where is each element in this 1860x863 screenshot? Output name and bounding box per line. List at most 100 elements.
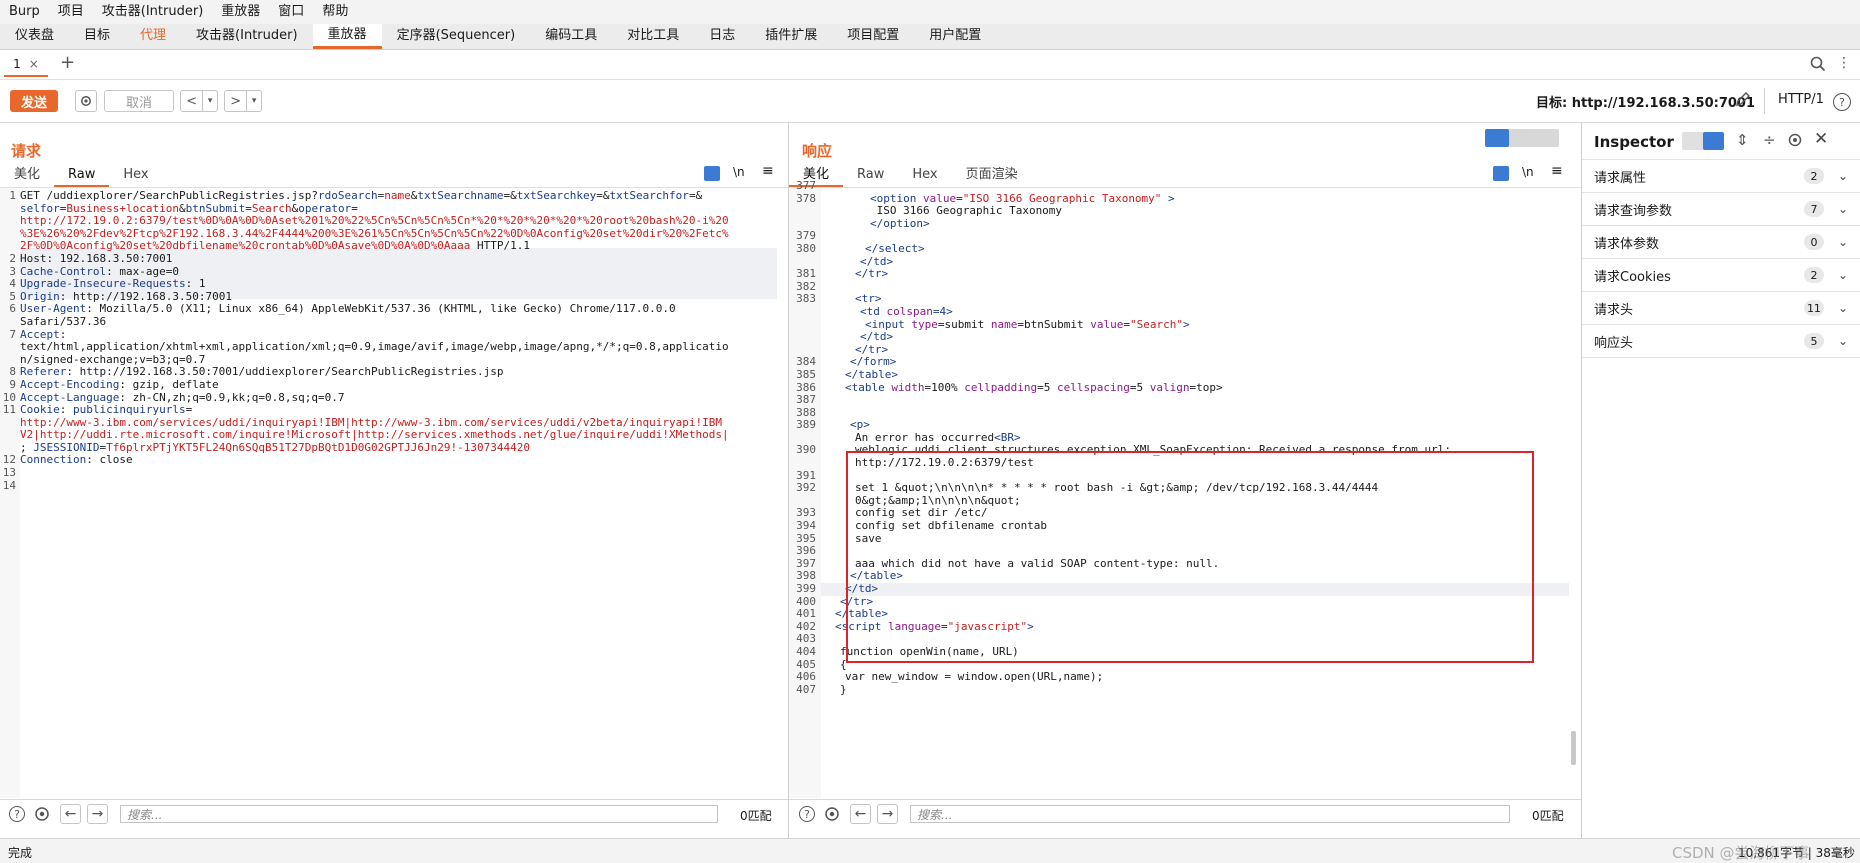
- inspector-section[interactable]: 请求Cookies 2 ⌄: [1582, 259, 1860, 292]
- main-tab[interactable]: 日志: [694, 24, 750, 49]
- arrow-left-icon[interactable]: ←: [60, 804, 81, 824]
- list-view-icon[interactable]: [1682, 132, 1703, 150]
- token: =100%: [924, 380, 965, 394]
- help-icon[interactable]: ?: [799, 806, 815, 822]
- inspector-section[interactable]: 请求属性 2 ⌄: [1582, 160, 1860, 193]
- layout-side-by-side-icon[interactable]: [1485, 129, 1509, 147]
- layout-tabs-icon[interactable]: [1534, 129, 1559, 147]
- search-icon[interactable]: [1810, 56, 1826, 76]
- send-button[interactable]: 发送: [10, 90, 58, 112]
- gear-icon[interactable]: [823, 805, 841, 827]
- line-number: 392: [796, 481, 816, 495]
- menu-item[interactable]: 帮助: [313, 0, 357, 24]
- chevron-down-icon[interactable]: ⌄: [1838, 202, 1848, 216]
- history-forward-group[interactable]: > ▾: [224, 90, 262, 112]
- panel-view-icon[interactable]: [1703, 132, 1724, 150]
- inspector-layout-toggle[interactable]: [1682, 132, 1724, 150]
- view-tab[interactable]: Hex: [109, 165, 162, 185]
- main-tab[interactable]: 用户配置: [914, 24, 996, 49]
- line-number: 387: [796, 393, 816, 407]
- line-text: Connection: close: [20, 454, 133, 467]
- main-tab[interactable]: 攻击器(Intruder): [181, 24, 313, 49]
- main-tab[interactable]: 定序器(Sequencer): [382, 24, 531, 49]
- token: : zh-CN,zh;q=0.9,kk;q=0.8,sq;q=0.7: [119, 390, 345, 404]
- main-tab[interactable]: 对比工具: [612, 24, 694, 49]
- chevron-down-icon[interactable]: ⌄: [1838, 268, 1848, 282]
- dropdown-icon[interactable]: ▾: [247, 91, 261, 111]
- main-tab[interactable]: 重放器: [312, 24, 382, 49]
- edit-pencil-icon[interactable]: [1734, 90, 1752, 112]
- code-line: 387: [789, 393, 1569, 407]
- token: : gzip, deflate: [119, 377, 219, 391]
- gear-icon[interactable]: [33, 805, 51, 827]
- token: : max-age=0: [106, 264, 179, 278]
- chevron-down-icon[interactable]: ⌄: [1838, 169, 1848, 183]
- add-tab-icon[interactable]: +: [60, 52, 75, 73]
- wrap-lines-icon[interactable]: [1493, 166, 1509, 181]
- inspector-section[interactable]: 请求体参数 0 ⌄: [1582, 226, 1860, 259]
- main-tab[interactable]: 仪表盘: [0, 24, 69, 49]
- arrow-right-icon[interactable]: →: [87, 804, 108, 824]
- main-tab[interactable]: 目标: [69, 24, 125, 49]
- request-search-input[interactable]: 搜索...: [120, 805, 718, 823]
- newline-toggle[interactable]: \n: [1522, 165, 1534, 179]
- arrow-left-icon[interactable]: ←: [850, 804, 871, 824]
- inspector-section[interactable]: 响应头 5 ⌄: [1582, 325, 1860, 358]
- cancel-button[interactable]: 取消: [104, 90, 174, 112]
- close-icon[interactable]: ✕: [1814, 129, 1828, 149]
- menu-item[interactable]: 攻击器(Intruder): [93, 0, 213, 24]
- history-back-group[interactable]: < ▾: [180, 90, 218, 112]
- layout-toggle[interactable]: [1485, 129, 1559, 147]
- chevron-down-icon[interactable]: ⌄: [1838, 334, 1848, 348]
- divider: [1764, 88, 1765, 114]
- menu-item[interactable]: 窗口: [269, 0, 313, 24]
- view-tab[interactable]: 美化: [0, 165, 54, 185]
- layout-stacked-icon[interactable]: [1509, 129, 1534, 147]
- token: : http://192.168.3.50:7001: [59, 289, 232, 303]
- token: </tr>: [855, 342, 889, 356]
- line-number: 9: [9, 377, 16, 391]
- repeater-tab-1[interactable]: 1 ×: [4, 53, 48, 77]
- http-version[interactable]: HTTP/1: [1778, 92, 1824, 107]
- help-icon[interactable]: ?: [1833, 93, 1851, 111]
- token: text/html,application/xhtml+xml,applicat…: [20, 340, 729, 354]
- token: Accept-Encoding: [20, 377, 120, 391]
- more-vertical-icon[interactable]: ⋮: [1837, 55, 1851, 71]
- token: =: [245, 201, 252, 215]
- menu-icon[interactable]: ≡: [762, 163, 774, 179]
- main-tab[interactable]: 代理: [125, 24, 181, 49]
- gear-icon[interactable]: [1787, 132, 1803, 152]
- chevron-right-icon[interactable]: >: [225, 91, 248, 111]
- main-tab[interactable]: 插件扩展: [750, 24, 832, 49]
- chevron-down-icon[interactable]: ⌄: [1838, 301, 1848, 315]
- newline-toggle[interactable]: \n: [733, 165, 745, 179]
- response-search-input[interactable]: 搜索...: [910, 805, 1510, 823]
- chevron-down-icon[interactable]: ⌄: [1838, 235, 1848, 249]
- request-editor[interactable]: 1 GET /uddiexplorer/SearchPublicRegistrie…: [0, 189, 780, 492]
- token: GET /uddiexplorer/SearchPublicRegistries…: [20, 189, 319, 202]
- repeater-tab-label: 1: [13, 57, 21, 71]
- wrap-lines-icon[interactable]: [704, 166, 720, 181]
- token: Upgrade-Insecure-Requests: [20, 277, 186, 291]
- code-line: 388: [789, 406, 1569, 420]
- help-icon[interactable]: ?: [9, 806, 25, 822]
- token: >: [1182, 317, 1190, 331]
- menu-item[interactable]: 重放器: [212, 0, 269, 24]
- gear-icon[interactable]: [75, 90, 97, 112]
- inspector-section[interactable]: 请求头 11 ⌄: [1582, 292, 1860, 325]
- inspector-section[interactable]: 请求查询参数 7 ⌄: [1582, 193, 1860, 226]
- arrow-right-icon[interactable]: →: [877, 804, 898, 824]
- chevron-left-icon[interactable]: <: [181, 91, 204, 111]
- token: &: [178, 201, 186, 215]
- menu-icon[interactable]: ≡: [1551, 163, 1563, 179]
- main-tab[interactable]: 编码工具: [530, 24, 612, 49]
- menu-item[interactable]: 项目: [49, 0, 93, 24]
- collapse-all-icon[interactable]: ÷: [1763, 131, 1776, 149]
- close-icon[interactable]: ×: [29, 57, 39, 71]
- dropdown-icon[interactable]: ▾: [203, 91, 217, 111]
- expand-all-icon[interactable]: ⇕: [1736, 131, 1749, 149]
- scrollbar-thumb[interactable]: [1571, 731, 1576, 765]
- view-tab[interactable]: Raw: [54, 165, 110, 187]
- main-tab[interactable]: 项目配置: [832, 24, 914, 49]
- menu-item[interactable]: Burp: [0, 0, 49, 24]
